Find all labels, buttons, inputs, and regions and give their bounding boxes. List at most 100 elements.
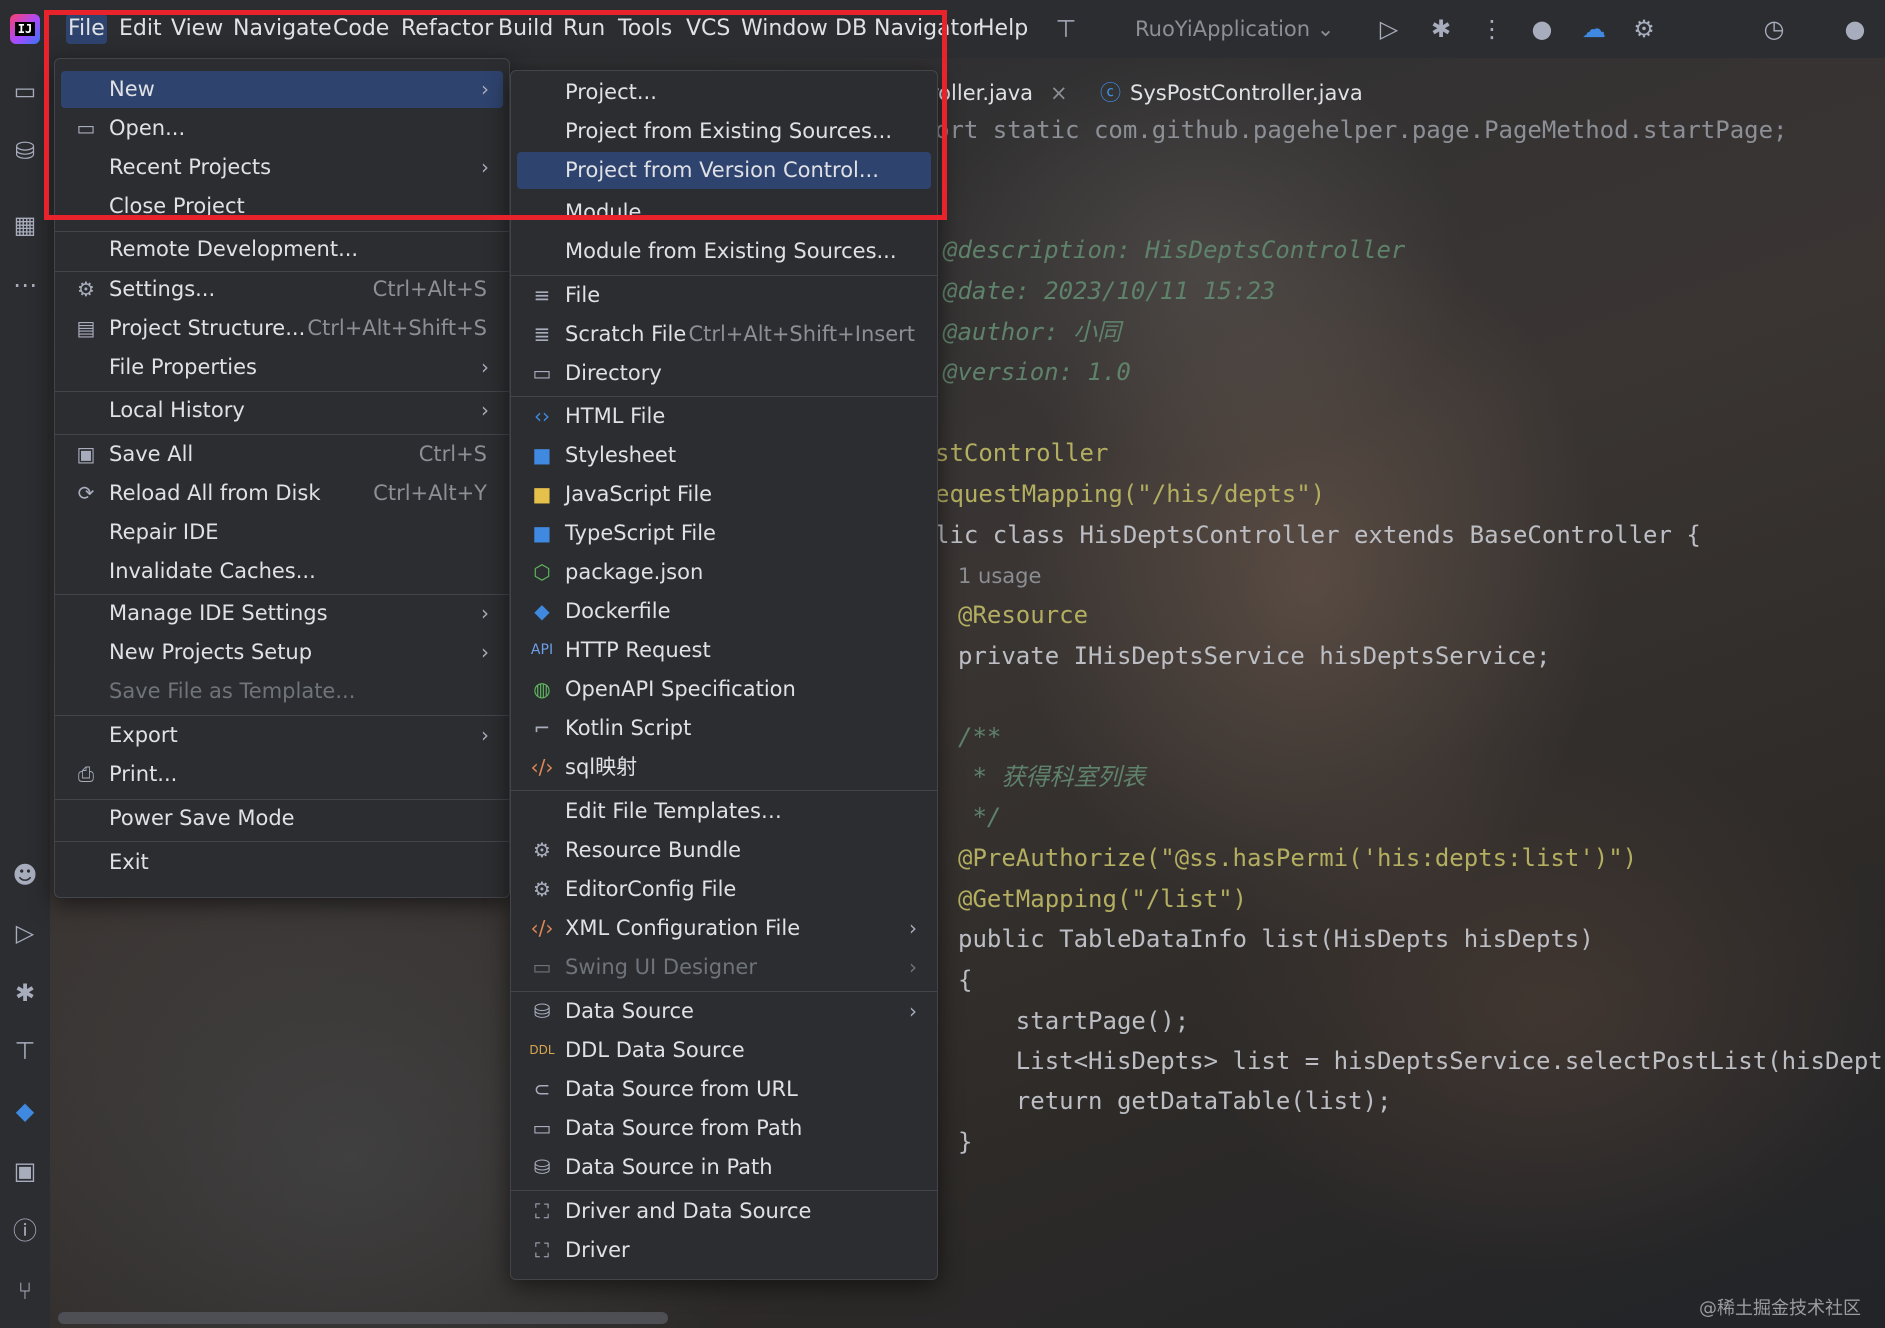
- new-module-from-existing-sources[interactable]: Module from Existing Sources...: [517, 233, 931, 270]
- new-project-from-version-control[interactable]: Project from Version Control...: [517, 152, 931, 189]
- new-data-source-from-url[interactable]: ⊂ Data Source from URL: [517, 1071, 931, 1108]
- file-menu-export[interactable]: Export ›: [61, 717, 503, 754]
- menu-edit[interactable]: Edit: [119, 14, 162, 44]
- menu-separator: [511, 991, 937, 992]
- new-project-from-existing-sources[interactable]: Project from Existing Sources...: [517, 113, 931, 150]
- more-tools-icon[interactable]: ⋯: [8, 268, 42, 302]
- file-menu-open[interactable]: ▭ Open...: [61, 110, 503, 147]
- menu-vcs[interactable]: VCS: [686, 14, 730, 44]
- file-menu-invalidate-caches[interactable]: Invalidate Caches...: [61, 553, 503, 590]
- file-menu-save-all[interactable]: ▣ Save All Ctrl+S: [61, 436, 503, 473]
- menu-separator: [511, 275, 937, 276]
- new-html-file[interactable]: ‹› HTML File: [517, 398, 931, 435]
- typescript-icon: ■: [532, 521, 552, 545]
- menu-help[interactable]: Help: [978, 14, 1028, 44]
- gear-icon: ⚙: [533, 877, 551, 901]
- new-kotlin-script[interactable]: ⌐ Kotlin Script: [517, 710, 931, 747]
- horizontal-scrollbar[interactable]: [58, 1312, 668, 1324]
- intellij-logo-icon[interactable]: IJ: [10, 14, 40, 44]
- close-tab-icon[interactable]: ×: [1050, 75, 1068, 111]
- file-menu-settings[interactable]: ⚙ Settings... Ctrl+Alt+S: [61, 271, 503, 308]
- new-typescript-file[interactable]: ■ TypeScript File: [517, 515, 931, 552]
- new-package-json[interactable]: ⬡ package.json: [517, 554, 931, 591]
- structure-icon[interactable]: ▦: [8, 208, 42, 242]
- new-file[interactable]: ≡ File: [517, 277, 931, 314]
- new-scratch-file[interactable]: ≣ Scratch File Ctrl+Alt+Shift+Insert: [517, 316, 931, 353]
- file-menu-project-structure[interactable]: ▤ Project Structure... Ctrl+Alt+Shift+S: [61, 310, 503, 347]
- debug-bug-icon[interactable]: ✱: [8, 976, 42, 1010]
- menu-code[interactable]: Code: [333, 14, 389, 44]
- file-menu-print[interactable]: ⎙ Print...: [61, 756, 503, 793]
- menu-file[interactable]: File: [66, 14, 107, 44]
- editor-tab-syspostcontroller[interactable]: SysPostController.java: [1130, 75, 1363, 111]
- terminal-icon[interactable]: ▣: [8, 1154, 42, 1188]
- menu-db-navigator[interactable]: DB Navigator: [835, 14, 982, 44]
- chevron-right-icon: ›: [481, 723, 489, 747]
- new-dockerfile[interactable]: ◆ Dockerfile: [517, 593, 931, 630]
- file-menu-power-save-mode[interactable]: Power Save Mode: [61, 800, 503, 837]
- file-menu-new[interactable]: New ›: [61, 71, 503, 108]
- menu-run[interactable]: Run: [563, 14, 605, 44]
- file-menu-reload-all[interactable]: ⟳ Reload All from Disk Ctrl+Alt+Y: [61, 475, 503, 512]
- menu-view[interactable]: View: [171, 14, 223, 44]
- problems-icon[interactable]: ⓘ: [8, 1214, 42, 1248]
- services-run-icon[interactable]: ▷: [8, 916, 42, 950]
- file-menu-file-properties[interactable]: File Properties ›: [61, 349, 503, 386]
- run-icon[interactable]: ▷: [1372, 12, 1406, 46]
- file-menu-local-history[interactable]: Local History ›: [61, 392, 503, 429]
- file-menu-exit[interactable]: Exit: [61, 844, 503, 881]
- file-menu-remote-development[interactable]: Remote Development...: [61, 231, 503, 268]
- new-module[interactable]: Module...: [517, 194, 931, 231]
- account-icon[interactable]: ●: [1838, 12, 1872, 46]
- new-data-source[interactable]: ⛁ Data Source ›: [517, 993, 931, 1030]
- database-search-icon[interactable]: ⛁: [8, 134, 42, 168]
- new-sql-mapping[interactable]: ‹/› sql映射: [517, 749, 931, 786]
- new-project[interactable]: Project...: [517, 74, 931, 111]
- new-data-source-from-path[interactable]: ▭ Data Source from Path: [517, 1110, 931, 1147]
- new-driver-and-data-source[interactable]: ⛶ Driver and Data Source: [517, 1193, 931, 1230]
- debug-icon[interactable]: ✱: [1424, 12, 1458, 46]
- new-javascript-file[interactable]: ■ JavaScript File: [517, 476, 931, 513]
- file-menu-manage-ide-settings[interactable]: Manage IDE Settings ›: [61, 595, 503, 632]
- new-data-source-in-path[interactable]: ⛁ Data Source in Path: [517, 1149, 931, 1186]
- usage-hint[interactable]: 1 usage: [958, 559, 1041, 593]
- mascot-plugin-icon[interactable]: ☻: [8, 858, 42, 892]
- avatar[interactable]: ●: [1525, 12, 1559, 46]
- menu-item-label: Project from Existing Sources...: [565, 119, 893, 143]
- editor-tab-controller[interactable]: roller.java: [930, 75, 1033, 111]
- project-folder-icon[interactable]: ▭: [8, 74, 42, 108]
- menu-window[interactable]: Window: [741, 14, 828, 44]
- file-menu-repair-ide[interactable]: Repair IDE: [61, 514, 503, 551]
- run-configuration-selector[interactable]: RuoYiApplication ⌄: [1135, 14, 1334, 44]
- new-directory[interactable]: ▭ Directory: [517, 355, 931, 392]
- plugin-cloud-icon[interactable]: ☁: [1577, 12, 1611, 46]
- menu-item-label: Manage IDE Settings: [109, 601, 328, 625]
- menu-tools[interactable]: Tools: [618, 14, 672, 44]
- class-icon: ⓒ: [1100, 81, 1121, 105]
- file-menu-recent-projects[interactable]: Recent Projects ›: [61, 149, 503, 186]
- new-driver[interactable]: ⛶ Driver: [517, 1232, 931, 1269]
- menu-item-label: Stylesheet: [565, 443, 677, 467]
- settings-gear-icon[interactable]: ⚙: [1627, 12, 1661, 46]
- menu-build[interactable]: Build: [498, 14, 553, 44]
- plugin-icon[interactable]: ◆: [8, 1094, 42, 1128]
- git-branch-icon[interactable]: ⑂: [8, 1274, 42, 1308]
- new-stylesheet[interactable]: ■ Stylesheet: [517, 437, 931, 474]
- file-menu-new-projects-setup[interactable]: New Projects Setup ›: [61, 634, 503, 671]
- new-http-request[interactable]: API HTTP Request: [517, 632, 931, 669]
- new-resource-bundle[interactable]: ⚙ Resource Bundle: [517, 832, 931, 869]
- new-openapi-specification[interactable]: ◍ OpenAPI Specification: [517, 671, 931, 708]
- file-menu-close-project[interactable]: Close Project: [61, 188, 503, 225]
- update-clock-icon[interactable]: ◷: [1757, 12, 1791, 46]
- menu-refactor[interactable]: Refactor: [401, 14, 493, 44]
- more-actions-icon[interactable]: ⋮: [1475, 12, 1509, 46]
- build-hammer-icon[interactable]: ⊤: [1049, 12, 1083, 46]
- menu-navigate[interactable]: Navigate: [233, 14, 332, 44]
- menu-item-label: Driver and Data Source: [565, 1199, 812, 1223]
- build-icon[interactable]: ⊤: [8, 1034, 42, 1068]
- new-xml-configuration-file[interactable]: ‹/› XML Configuration File ›: [517, 910, 931, 947]
- new-editorconfig-file[interactable]: ⚙ EditorConfig File: [517, 871, 931, 908]
- edit-file-templates[interactable]: Edit File Templates…: [517, 793, 931, 830]
- new-ddl-data-source[interactable]: DDL DDL Data Source: [517, 1032, 931, 1069]
- menu-item-label: Resource Bundle: [565, 838, 742, 862]
